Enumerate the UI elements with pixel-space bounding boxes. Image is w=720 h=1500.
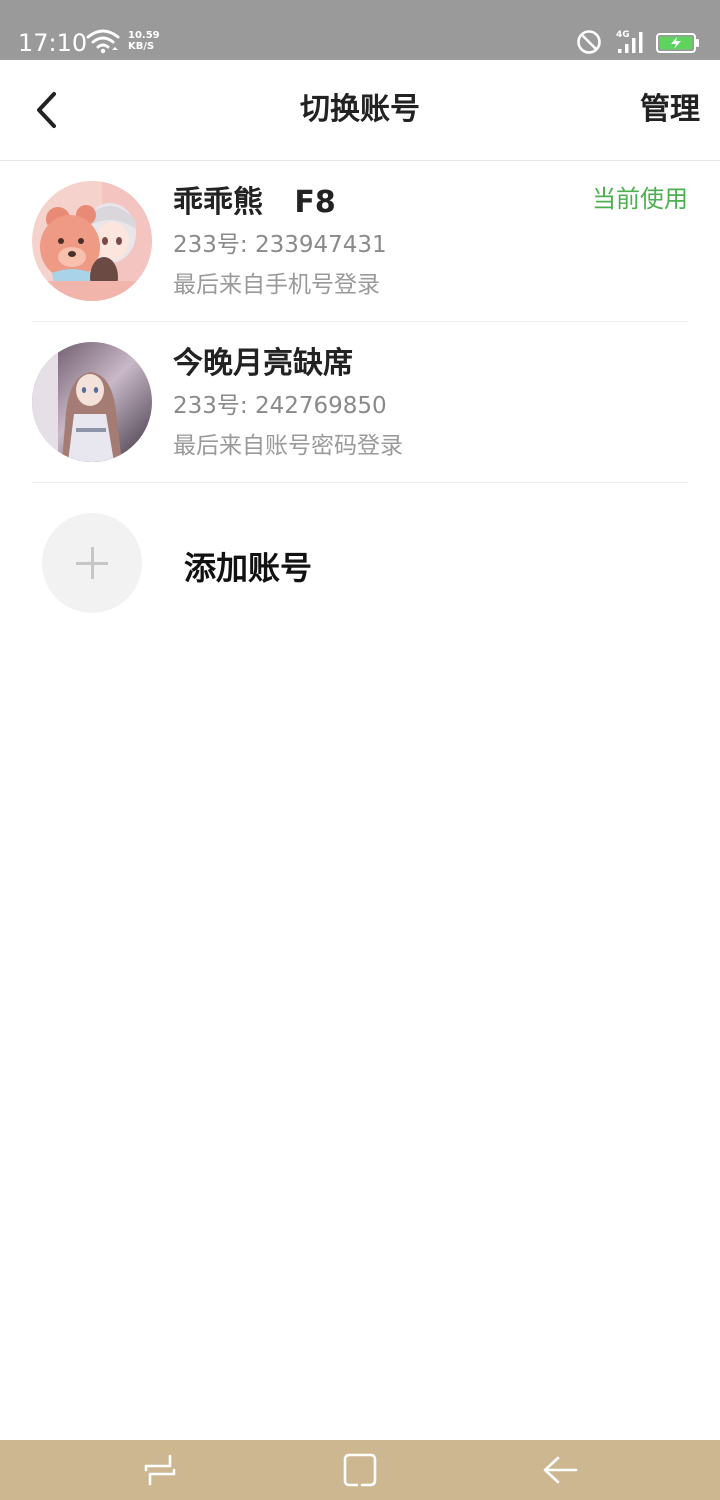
- do-not-disturb-icon: [577, 30, 601, 54]
- account-name: 乖乖熊 F8: [173, 185, 336, 220]
- avatar: [32, 342, 152, 462]
- navigation-bar: [0, 1440, 720, 1500]
- header: 切换账号 管理: [0, 60, 720, 161]
- status-bar: 17:10 10.59 KB/S 4G: [0, 0, 720, 60]
- add-account-button[interactable]: 添加账号: [32, 483, 688, 643]
- battery-charging-icon: [656, 33, 699, 53]
- recent-apps-icon[interactable]: [140, 1452, 180, 1488]
- account-login-method: 最后来自账号密码登录: [173, 433, 403, 459]
- add-account-label: 添加账号: [184, 549, 313, 587]
- account-item[interactable]: 今晚月亮缺席 233号: 242769850 最后来自账号密码登录: [32, 322, 688, 483]
- plus-icon: [42, 513, 142, 613]
- account-item[interactable]: 乖乖熊 F8 233号: 233947431 最后来自手机号登录 当前使用: [32, 161, 688, 322]
- home-icon[interactable]: [340, 1452, 380, 1488]
- current-account-badge: 当前使用: [592, 185, 688, 213]
- network-speed-unit: KB/S: [128, 41, 155, 52]
- manage-button[interactable]: 管理: [640, 90, 700, 130]
- account-id: 233号: 233947431: [173, 232, 387, 258]
- back-arrow-icon[interactable]: [540, 1452, 580, 1488]
- avatar: [32, 181, 152, 301]
- account-login-method: 最后来自手机号登录: [173, 272, 380, 298]
- page-title: 切换账号: [300, 92, 420, 127]
- status-time: 17:10: [18, 29, 88, 57]
- network-speed: 10.59 KB/S: [128, 30, 168, 52]
- network-type: 4G: [616, 30, 630, 40]
- wifi-icon: [86, 29, 120, 54]
- account-id: 233号: 242769850: [173, 393, 387, 419]
- account-name: 今晚月亮缺席: [173, 346, 353, 381]
- network-speed-value: 10.59: [128, 30, 160, 41]
